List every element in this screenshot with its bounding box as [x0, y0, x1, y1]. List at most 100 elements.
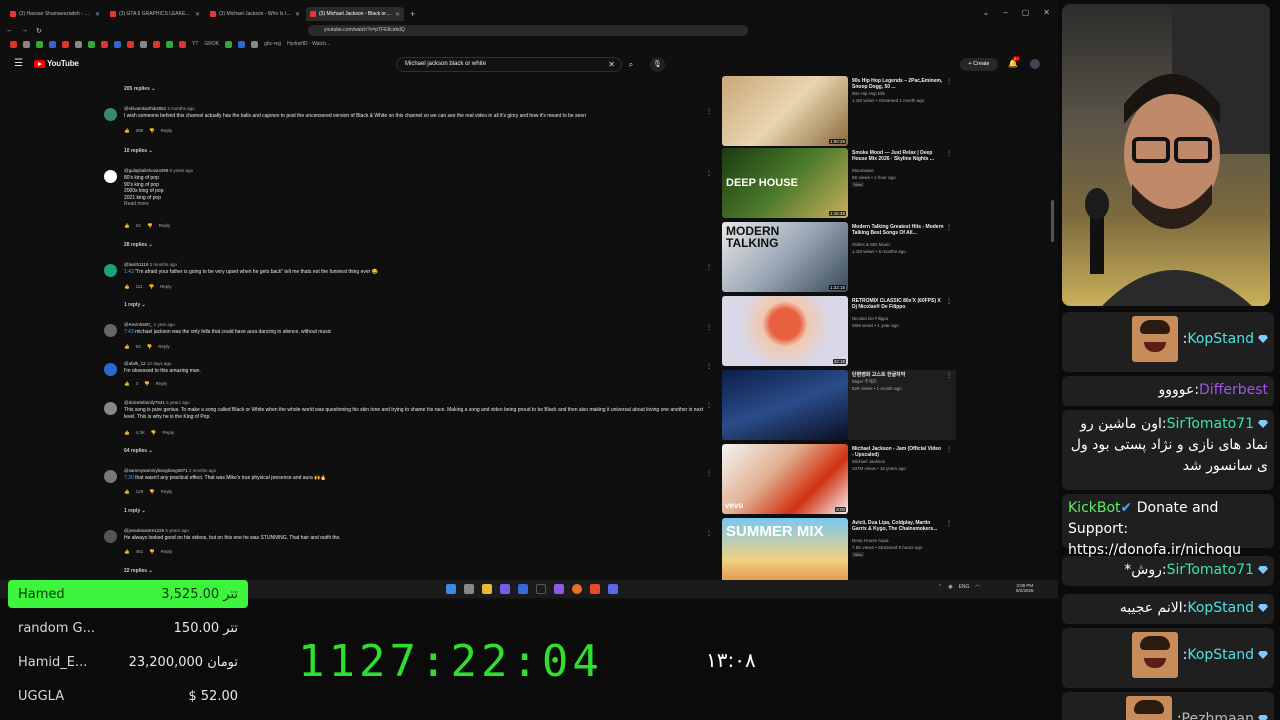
x-icon[interactable]	[536, 584, 546, 594]
video-card[interactable]: MODERN TALKING 1:22:15 Modern Talking Gr…	[722, 222, 956, 292]
avatar[interactable]	[104, 108, 117, 121]
chat-username[interactable]: Differbest	[1199, 382, 1268, 398]
reply-button[interactable]: Reply	[159, 223, 171, 229]
bookmark-icon[interactable]	[166, 40, 173, 48]
bookmark-grok[interactable]: GROK	[204, 41, 219, 47]
new-tab-button[interactable]: +	[406, 9, 419, 19]
video-card[interactable]: 1:00:28 90s Hip Hop Legends – 2Pac,Emine…	[722, 76, 956, 146]
system-clock[interactable]: 3:08 PM 6/2/2026	[1016, 583, 1034, 593]
dislike-icon[interactable]: 👎	[151, 430, 157, 436]
avatar[interactable]	[104, 470, 117, 483]
reload-icon[interactable]: ↻	[36, 27, 42, 35]
like-icon[interactable]: 👍	[124, 284, 130, 290]
create-button[interactable]: + Create	[960, 58, 998, 71]
channel-name[interactable]: Mujer 주재조	[852, 379, 877, 385]
close-tab-icon[interactable]: ✕	[295, 11, 300, 18]
timestamp-link[interactable]: 1:43	[124, 269, 134, 275]
chat-username[interactable]: KopStand	[1187, 331, 1254, 347]
bookmark-icon[interactable]	[127, 40, 134, 48]
avatar[interactable]	[104, 170, 117, 183]
video-card[interactable]: vevo 8:00 Michael Jackson - Jam (Officia…	[722, 444, 956, 514]
bookmark-gbc[interactable]: gbc-reg	[264, 41, 281, 47]
replies-toggle[interactable]: 205 replies ⌄	[124, 86, 155, 92]
url-field[interactable]: youtube.com/watch?v=pTFE8cirkdQ	[308, 25, 748, 36]
replies-toggle[interactable]: 1 reply ⌄	[124, 508, 146, 514]
firefox-icon[interactable]	[572, 584, 582, 594]
avatar[interactable]	[104, 324, 117, 337]
dislike-icon[interactable]: 👎	[147, 223, 153, 229]
bookmark-icon[interactable]	[179, 40, 186, 48]
read-more-link[interactable]: Read more	[124, 201, 714, 208]
like-icon[interactable]: 👍	[124, 381, 130, 387]
video-thumbnail[interactable]: 1:00:28	[722, 76, 848, 146]
more-options-icon[interactable]: ⋮	[706, 170, 712, 177]
dropdown-icon[interactable]: ⌄	[983, 8, 990, 17]
more-options-icon[interactable]: ⋮	[706, 470, 712, 477]
search-input[interactable]: Michael jackson black or white ✕	[396, 57, 622, 72]
bookmark-icon[interactable]	[225, 40, 233, 48]
video-title[interactable]: Michael Jackson - Jam (Official Video - …	[852, 446, 944, 458]
avatar[interactable]	[104, 402, 117, 415]
video-thumbnail[interactable]: vevo 8:00	[722, 444, 848, 514]
bookmark-icon[interactable]	[23, 40, 30, 48]
close-tab-icon[interactable]: ✕	[95, 11, 100, 18]
reply-button[interactable]: Reply	[156, 381, 168, 387]
tab-3[interactable]: (3) Michael Jackson - Who Is It (Offic..…	[206, 7, 304, 21]
video-card[interactable]: 42:18 RETROMIX CLASSIC 80s'X (60FPS) X D…	[722, 296, 956, 366]
channel-name[interactable]: Moonwave	[852, 168, 874, 173]
timestamp-link[interactable]: 7:43	[124, 329, 134, 335]
like-icon[interactable]: 👍	[124, 128, 130, 134]
replies-toggle[interactable]: 10 replies ⌄	[124, 148, 153, 154]
minimize-icon[interactable]: –	[1003, 8, 1007, 17]
like-icon[interactable]: 👍	[124, 430, 130, 436]
video-thumbnail[interactable]: SUMMER MIX	[722, 518, 848, 580]
youtube-logo[interactable]: YouTube	[34, 59, 79, 68]
bookmark-icon[interactable]	[88, 40, 95, 48]
reply-button[interactable]: Reply	[162, 430, 174, 436]
tab-2[interactable]: (3) GTA 6 GRAPHICS LEAKED GAME...✕	[106, 7, 204, 21]
clear-search-icon[interactable]: ✕	[608, 58, 615, 71]
more-options-icon[interactable]: ⋮	[946, 446, 952, 453]
video-title[interactable]: 단편영화 고스트 한글자막	[852, 372, 944, 378]
more-options-icon[interactable]: ⋮	[706, 402, 712, 409]
notifications-icon[interactable]: 🔔 9+	[1008, 56, 1020, 68]
more-options-icon[interactable]: ⋮	[706, 108, 712, 115]
timestamp-link[interactable]: 7:30	[124, 475, 134, 481]
more-options-icon[interactable]: ⋮	[946, 372, 952, 379]
more-options-icon[interactable]: ⋮	[706, 363, 712, 370]
avatar[interactable]	[104, 530, 117, 543]
replies-toggle[interactable]: 64 replies ⌄	[124, 448, 153, 454]
dislike-icon[interactable]: 👎	[147, 344, 153, 350]
close-tab-icon[interactable]: ✕	[195, 11, 200, 18]
app-icon[interactable]	[554, 584, 564, 594]
channel-name[interactable]: Oldies & 80s Music	[852, 242, 891, 247]
dislike-icon[interactable]: 👎	[144, 381, 150, 387]
bookmark-icon[interactable]	[251, 40, 259, 48]
more-options-icon[interactable]: ⋮	[946, 78, 952, 85]
chevron-up-icon[interactable]: ⌃	[938, 584, 942, 590]
more-options-icon[interactable]: ⋮	[946, 298, 952, 305]
video-thumbnail[interactable]: DEEP HOUSE 1:15:28	[722, 148, 848, 218]
channel-name[interactable]: Deep House Aqua	[852, 538, 889, 543]
video-thumbnail[interactable]: MODERN TALKING 1:22:15	[722, 222, 848, 292]
tab-4-active[interactable]: (3) Michael Jackson - Black or Wh... ✕	[306, 7, 404, 21]
forward-icon[interactable]: →	[21, 27, 28, 34]
reply-button[interactable]: Reply	[158, 344, 170, 350]
bookmark-icon[interactable]	[49, 40, 56, 48]
network-icon[interactable]: ◉	[948, 584, 952, 590]
file-explorer-icon[interactable]	[482, 584, 492, 594]
bookmark-icon[interactable]	[238, 40, 246, 48]
channel-name[interactable]: Michael Jackson	[852, 459, 885, 464]
dislike-icon[interactable]: 👎	[149, 489, 155, 495]
like-icon[interactable]: 👍	[124, 344, 130, 350]
discord-icon[interactable]	[608, 584, 618, 594]
bookmark-icon[interactable]	[153, 40, 160, 48]
chat-username[interactable]: KopStand	[1187, 600, 1254, 616]
more-options-icon[interactable]: ⋮	[946, 224, 952, 231]
reply-button[interactable]: Reply	[161, 128, 173, 134]
more-options-icon[interactable]: ⋮	[946, 150, 952, 157]
bookmark-yt[interactable]: YT	[192, 41, 198, 47]
avatar[interactable]	[104, 264, 117, 277]
like-icon[interactable]: 👍	[124, 489, 130, 495]
tab-1[interactable]: (3) Hassan Shamaeezadeh - Daro V...✕	[6, 7, 104, 21]
